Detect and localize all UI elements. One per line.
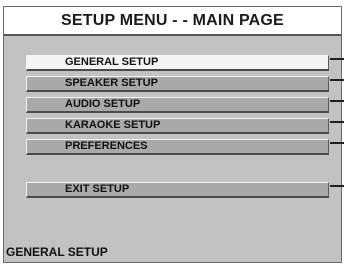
menu-item-speaker-setup[interactable]: SPEAKER SETUP <box>26 76 344 92</box>
pointer-line-icon <box>330 79 344 81</box>
status-text: GENERAL SETUP <box>6 245 108 259</box>
menu-item-preferences[interactable]: PREFERENCES <box>26 139 344 155</box>
menu-item-label: AUDIO SETUP <box>65 98 141 110</box>
menu-item-label: GENERAL SETUP <box>65 56 159 68</box>
setup-menu-screen: SETUP MENU - - MAIN PAGE GENERAL SETUP S… <box>3 6 344 263</box>
menu-item-label: KARAOKE SETUP <box>65 119 161 131</box>
menu-item-label: SPEAKER SETUP <box>65 77 158 89</box>
menu-item-general-setup[interactable]: GENERAL SETUP <box>26 55 344 71</box>
pointer-line-icon <box>330 58 344 60</box>
pointer-line-icon <box>330 121 344 123</box>
pointer-line-icon <box>330 142 344 144</box>
pointer-line-icon <box>330 185 344 187</box>
menu-item-karaoke-setup[interactable]: KARAOKE SETUP <box>26 118 344 134</box>
page-title: SETUP MENU - - MAIN PAGE <box>4 7 341 36</box>
exit-setup-button[interactable]: EXIT SETUP <box>26 182 344 198</box>
exit-setup-label: EXIT SETUP <box>65 183 130 195</box>
menu-item-label: PREFERENCES <box>65 140 148 152</box>
pointer-line-icon <box>330 100 344 102</box>
menu-item-audio-setup[interactable]: AUDIO SETUP <box>26 97 344 113</box>
